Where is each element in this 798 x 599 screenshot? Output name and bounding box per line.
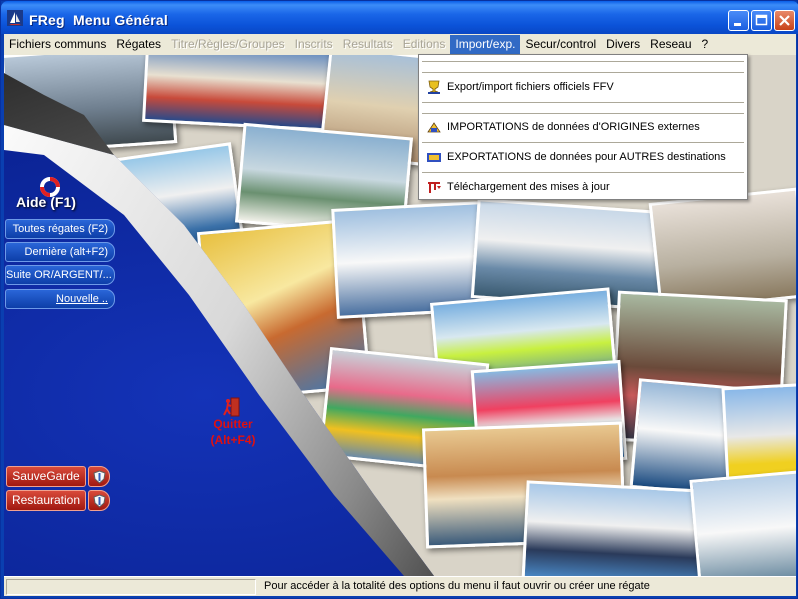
- quit-label-line2: (Alt+F4): [210, 433, 256, 447]
- quit-label[interactable]: Quitter (Alt+F4): [201, 416, 265, 448]
- app-window: FReg Menu Général Fichiers communs Régat…: [0, 0, 798, 599]
- menu-help[interactable]: ?: [697, 35, 714, 54]
- menu-secur-control[interactable]: Secur/control: [520, 35, 601, 54]
- help-label[interactable]: Aide (F1): [16, 194, 76, 210]
- import-icon: [427, 122, 441, 133]
- close-button[interactable]: [774, 10, 795, 31]
- menu-resultats[interactable]: Resultats: [338, 35, 398, 54]
- shield-icon: [93, 494, 106, 508]
- quit-label-line1: Quitter: [213, 417, 253, 431]
- status-pane: [6, 579, 256, 595]
- exit-door-icon[interactable]: [223, 397, 241, 417]
- export-icon: [427, 153, 441, 162]
- suite-or-argent-button[interactable]: Suite OR/ARGENT/...: [5, 265, 115, 285]
- menu-fichiers-communs[interactable]: Fichiers communs: [4, 35, 111, 54]
- menu-item-label: EXPORTATIONS de données pour AUTRES dest…: [447, 151, 726, 163]
- photo: [689, 470, 796, 576]
- menu-item-ffv-files[interactable]: Export/import fichiers officiels FFV: [421, 76, 745, 98]
- photo: [521, 480, 707, 576]
- menu-separator: [422, 142, 744, 143]
- menu-reseau[interactable]: Reseau: [645, 35, 696, 54]
- minimize-icon: [734, 23, 741, 26]
- new-regatta-label: Nouvelle ..: [56, 293, 108, 305]
- menu-inscrits[interactable]: Inscrits: [290, 35, 338, 54]
- window-title: FReg Menu Général: [29, 12, 168, 28]
- photo: [142, 55, 346, 133]
- close-icon: [779, 15, 790, 26]
- menu-regates[interactable]: Régates: [111, 35, 166, 54]
- download-icon: [428, 182, 441, 193]
- restore-button[interactable]: Restauration: [6, 490, 86, 511]
- menu-item-label: IMPORTATIONS de données d'ORIGINES exter…: [447, 121, 700, 133]
- menu-separator: [422, 61, 744, 62]
- restore-icon-button[interactable]: [88, 490, 110, 511]
- save-button[interactable]: SauveGarde: [6, 466, 86, 487]
- menu-separator: [422, 172, 744, 173]
- status-bar: Pour accéder à la totalité des options d…: [4, 576, 796, 596]
- all-regattas-button[interactable]: Toutes régates (F2): [5, 219, 115, 239]
- menu-bar: Fichiers communs Régates Titre/Règles/Gr…: [4, 34, 796, 55]
- menu-separator: [422, 102, 744, 103]
- status-text: Pour accéder à la totalité des options d…: [264, 580, 650, 592]
- save-icon-button[interactable]: [88, 466, 110, 487]
- menu-separator: [422, 72, 744, 73]
- menu-import-exp[interactable]: Import/exp.: [450, 35, 521, 54]
- import-exp-dropdown: Export/import fichiers officiels FFV IMP…: [418, 54, 748, 200]
- trophy-icon: [428, 80, 440, 94]
- shield-icon: [93, 470, 106, 484]
- menu-item-label: Export/import fichiers officiels FFV: [447, 81, 614, 93]
- last-regatta-button[interactable]: Dernière (alt+F2): [5, 242, 115, 262]
- app-icon[interactable]: [7, 10, 23, 26]
- menu-separator: [422, 113, 744, 114]
- menu-editions[interactable]: Editions: [398, 35, 451, 54]
- title-bar[interactable]: FReg Menu Général: [1, 1, 798, 34]
- maximize-button[interactable]: [751, 10, 772, 31]
- maximize-icon: [755, 14, 768, 26]
- minimize-button[interactable]: [728, 10, 749, 31]
- menu-item-importations[interactable]: IMPORTATIONS de données d'ORIGINES exter…: [421, 116, 745, 138]
- menu-item-label: Téléchargement des mises à jour: [447, 181, 610, 193]
- menu-item-download-updates[interactable]: Téléchargement des mises à jour: [421, 176, 745, 198]
- new-regatta-button[interactable]: Nouvelle ..: [5, 289, 115, 309]
- menu-item-exportations[interactable]: EXPORTATIONS de données pour AUTRES dest…: [421, 146, 745, 168]
- menu-divers[interactable]: Divers: [601, 35, 645, 54]
- menu-titre-regles-groupes[interactable]: Titre/Règles/Groupes: [166, 35, 290, 54]
